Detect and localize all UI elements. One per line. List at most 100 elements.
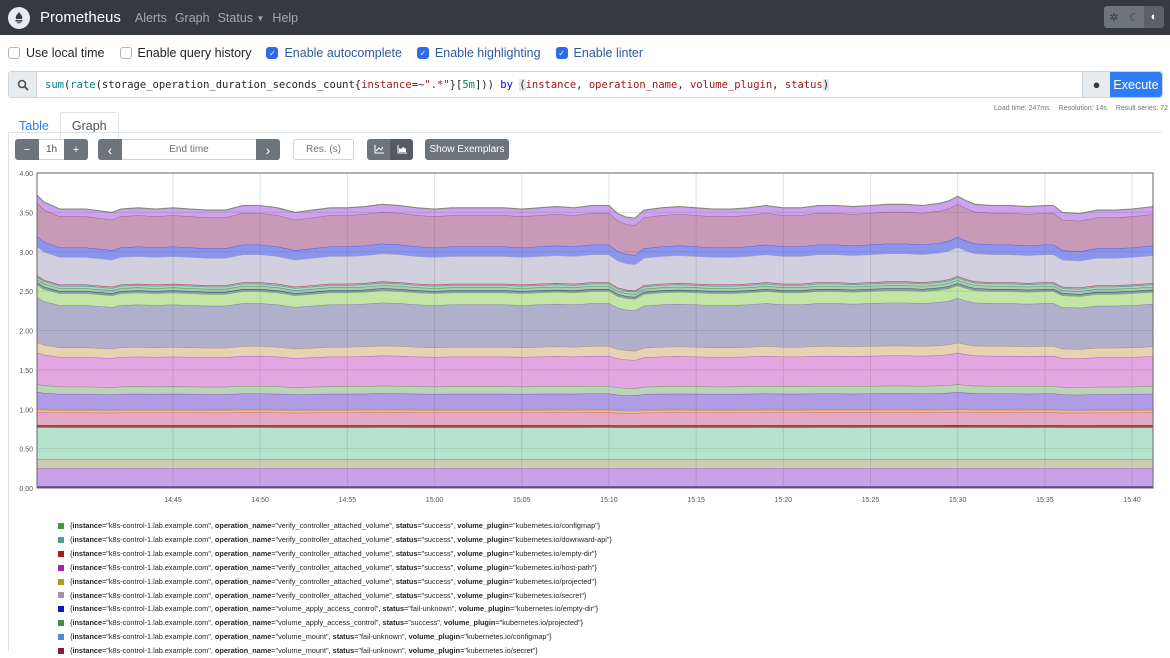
nav-graph[interactable]: Graph — [175, 11, 210, 25]
query-token: , — [576, 79, 589, 91]
legend-item[interactable]: {instance="k8s-control-1.lab.example.com… — [58, 547, 612, 561]
line-chart-icon — [374, 145, 384, 154]
query-token: rate — [70, 79, 95, 91]
moon-icon: ☾ — [1129, 11, 1139, 24]
option-enable-query-history[interactable]: Enable query history — [120, 46, 252, 60]
x-tick-label: 15:10 — [600, 497, 618, 504]
metrics-explorer-button[interactable]: ● — [1082, 72, 1110, 97]
series-area-pink — [37, 412, 1153, 426]
legend-swatch — [58, 606, 64, 612]
query-token: storage_operation_duration_seconds_count — [102, 79, 355, 91]
legend-item[interactable]: {instance="k8s-control-1.lab.example.com… — [58, 561, 612, 575]
query-token: ".*" — [424, 79, 449, 91]
legend-label: {instance="k8s-control-1.lab.example.com… — [70, 575, 597, 589]
y-tick-label: 4.00 — [19, 171, 33, 178]
y-tick-label: 2.50 — [19, 289, 33, 296]
next-time-button[interactable]: › — [256, 139, 280, 160]
checkbox[interactable]: ✓ — [556, 47, 568, 59]
legend-label: {instance="k8s-control-1.lab.example.com… — [70, 602, 598, 616]
nav-alerts[interactable]: Alerts — [135, 11, 167, 25]
range-input[interactable]: 1h — [39, 139, 64, 160]
option-label: Enable linter — [574, 46, 644, 60]
series-area-violet — [37, 392, 1153, 411]
legend-item[interactable]: {instance="k8s-control-1.lab.example.com… — [58, 616, 612, 630]
search-icon — [9, 72, 37, 97]
checkbox[interactable] — [120, 47, 132, 59]
theme-light-button[interactable]: ✲ — [1104, 6, 1124, 28]
query-bar: sum(rate(storage_operation_duration_seco… — [8, 71, 1163, 98]
legend-label: {instance="k8s-control-1.lab.example.com… — [70, 644, 538, 658]
query-token: volume_plugin — [690, 79, 772, 91]
option-label: Enable query history — [138, 46, 252, 60]
series-area-magenta — [37, 353, 1153, 389]
option-enable-highlighting[interactable]: ✓ Enable highlighting — [417, 46, 541, 60]
stacked-button[interactable] — [390, 139, 413, 160]
nav-help[interactable]: Help — [272, 11, 298, 25]
theme-toggle-group: ✲ ☾ ◐ — [1104, 6, 1164, 28]
decrease-range-button[interactable]: − — [15, 139, 39, 160]
previous-time-button[interactable]: ‹ — [98, 139, 122, 160]
legend-item[interactable]: {instance="k8s-control-1.lab.example.com… — [58, 644, 612, 658]
legend-label: {instance="k8s-control-1.lab.example.com… — [70, 561, 597, 575]
x-tick-label: 15:30 — [949, 497, 967, 504]
legend-swatch — [58, 592, 64, 598]
x-tick-label: 15:20 — [775, 497, 793, 504]
query-token: sum — [45, 79, 64, 91]
legend-swatch — [58, 620, 64, 626]
globe-icon: ● — [1093, 77, 1101, 92]
query-token: instance — [361, 79, 412, 91]
legend-label: {instance="k8s-control-1.lab.example.com… — [70, 519, 600, 533]
option-label: Enable highlighting — [435, 46, 541, 60]
theme-dark-button[interactable]: ☾ — [1124, 6, 1144, 28]
query-token: , — [772, 79, 785, 91]
legend-swatch — [58, 551, 64, 557]
y-tick-label: 3.00 — [19, 250, 33, 257]
option-enable-autocomplete[interactable]: ✓ Enable autocomplete — [266, 46, 401, 60]
checkbox[interactable] — [8, 47, 20, 59]
legend-label: {instance="k8s-control-1.lab.example.com… — [70, 533, 612, 547]
area-chart-icon — [397, 145, 407, 154]
legend-item[interactable]: {instance="k8s-control-1.lab.example.com… — [58, 630, 612, 644]
legend-swatch — [58, 537, 64, 543]
query-token: ) — [823, 79, 829, 91]
caret-down-icon: ▼ — [257, 14, 265, 23]
stacked-area-chart[interactable]: 0.000.501.001.502.002.503.003.504.0014:4… — [0, 165, 1170, 510]
legend-item[interactable]: {instance="k8s-control-1.lab.example.com… — [58, 519, 612, 533]
nav-status[interactable]: Status ▼ — [218, 11, 265, 25]
x-tick-label: 15:40 — [1123, 497, 1141, 504]
y-tick-label: 0.50 — [19, 447, 33, 454]
legend-item[interactable]: {instance="k8s-control-1.lab.example.com… — [58, 575, 612, 589]
expression-input[interactable]: sum(rate(storage_operation_duration_seco… — [37, 72, 1082, 97]
series-area-purple — [37, 468, 1153, 486]
x-tick-label: 14:55 — [339, 497, 357, 504]
query-token: instance — [526, 79, 577, 91]
legend-item[interactable]: {instance="k8s-control-1.lab.example.com… — [58, 533, 612, 547]
option-use-local-time[interactable]: Use local time — [8, 46, 105, 60]
x-tick-label: 15:15 — [687, 497, 705, 504]
legend-label: {instance="k8s-control-1.lab.example.com… — [70, 630, 552, 644]
query-token: , — [677, 79, 690, 91]
legend-item[interactable]: {instance="k8s-control-1.lab.example.com… — [58, 589, 612, 603]
theme-auto-button[interactable]: ◐ — [1144, 6, 1164, 28]
end-time-input[interactable]: End time — [122, 139, 256, 160]
legend-swatch — [58, 634, 64, 640]
x-tick-label: 15:05 — [513, 497, 531, 504]
checkbox[interactable]: ✓ — [417, 47, 429, 59]
y-tick-label: 3.50 — [19, 210, 33, 217]
legend-item[interactable]: {instance="k8s-control-1.lab.example.com… — [58, 602, 612, 616]
graph-controls: − 1h + ‹ End time › Res. (s) Show Exempl… — [15, 139, 509, 160]
y-tick-label: 2.00 — [19, 329, 33, 336]
unstacked-button[interactable] — [367, 139, 390, 160]
option-enable-linter[interactable]: ✓ Enable linter — [556, 46, 644, 60]
prometheus-logo-icon[interactable] — [8, 7, 30, 29]
query-token: )) — [481, 79, 494, 91]
option-label: Enable autocomplete — [284, 46, 401, 60]
checkbox[interactable]: ✓ — [266, 47, 278, 59]
x-tick-label: 15:35 — [1036, 497, 1054, 504]
brand-link[interactable]: Prometheus — [40, 9, 121, 26]
resolution-input[interactable]: Res. (s) — [293, 139, 354, 160]
contrast-icon: ◐ — [1151, 11, 1158, 23]
execute-button[interactable]: Execute — [1110, 72, 1162, 97]
show-exemplars-button[interactable]: Show Exemplars — [425, 139, 509, 160]
increase-range-button[interactable]: + — [64, 139, 88, 160]
